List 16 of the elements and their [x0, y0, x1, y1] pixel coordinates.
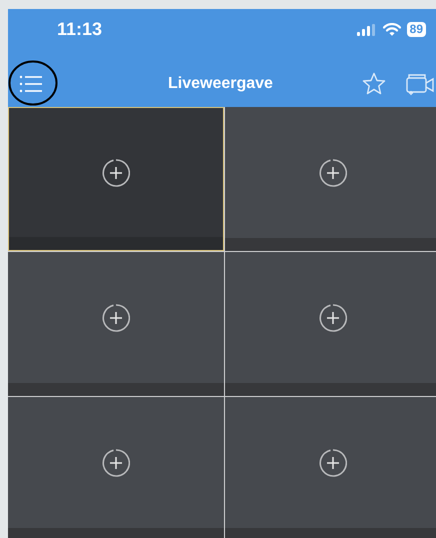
- wifi-icon: [382, 23, 401, 36]
- highlight-circle: [8, 60, 58, 106]
- add-icon[interactable]: [319, 304, 347, 332]
- add-camera-icon[interactable]: [406, 72, 434, 96]
- add-icon[interactable]: [319, 158, 347, 186]
- add-icon[interactable]: [102, 448, 130, 476]
- nav-title: Liveweergave: [168, 74, 273, 92]
- signal-icon: [356, 24, 377, 36]
- status-time: 11:13: [57, 19, 102, 40]
- star-icon[interactable]: [362, 72, 386, 95]
- camera-slot[interactable]: [8, 107, 224, 251]
- add-icon[interactable]: [102, 304, 130, 332]
- add-icon[interactable]: [319, 448, 347, 476]
- add-icon[interactable]: [102, 158, 130, 186]
- menu-button[interactable]: [18, 74, 44, 94]
- battery-level: 89: [406, 22, 426, 37]
